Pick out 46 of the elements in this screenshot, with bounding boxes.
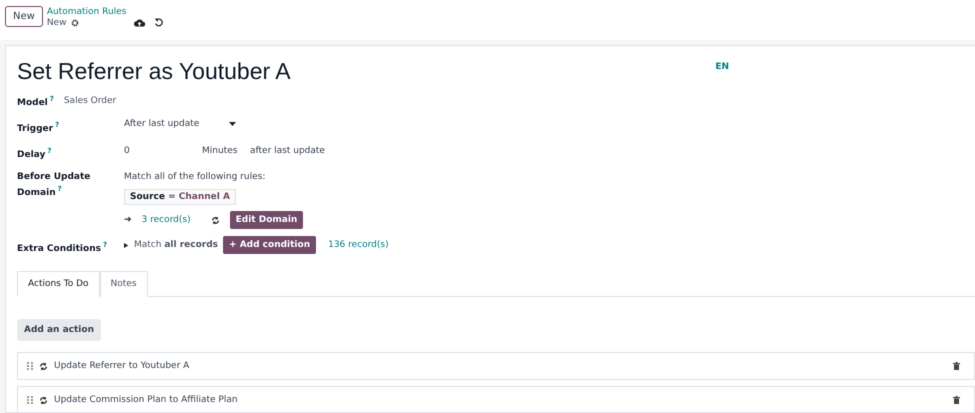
trash-icon[interactable] bbox=[953, 396, 960, 404]
refresh-icon bbox=[39, 396, 48, 404]
expand-caret-icon[interactable] bbox=[124, 242, 129, 248]
action-name: Update Commission Plan to Affiliate Plan bbox=[54, 394, 239, 406]
record-name: New bbox=[46, 17, 66, 29]
trigger-select[interactable]: After last update bbox=[124, 119, 236, 129]
tab[interactable]: Notes bbox=[100, 271, 148, 297]
help-mark[interactable]: ? bbox=[47, 147, 52, 155]
cloud-upload-icon[interactable] bbox=[134, 18, 146, 27]
delay-input[interactable]: 0 bbox=[124, 145, 202, 157]
language-button[interactable]: EN bbox=[715, 62, 729, 85]
action-name: Update Referrer to Youtuber A bbox=[54, 360, 190, 372]
tab[interactable]: Actions To Do bbox=[17, 271, 100, 297]
refresh-icon bbox=[39, 362, 48, 370]
new-button[interactable]: New bbox=[5, 6, 43, 27]
field-label: Delay $^{?}$ bbox=[17, 146, 52, 161]
help-mark[interactable]: ? bbox=[55, 121, 60, 129]
help-mark[interactable]: ? bbox=[58, 185, 62, 193]
match-text: Match all records bbox=[134, 239, 218, 251]
caret-icon bbox=[229, 122, 236, 126]
arrow-glyph: ➔ bbox=[124, 214, 132, 226]
undo-icon[interactable] bbox=[154, 18, 164, 27]
action-row[interactable]: Update Referrer to Youtuber A bbox=[17, 352, 975, 380]
record-count-link[interactable]: 3 record(s) bbox=[142, 215, 191, 225]
reload-icon[interactable] bbox=[210, 216, 220, 224]
drag-handle-icon[interactable] bbox=[27, 362, 33, 370]
delay-suffix: after last update bbox=[250, 145, 325, 157]
add-condition-button[interactable]: + Add condition bbox=[223, 236, 316, 254]
edit-domain-button[interactable]: Edit Domain bbox=[230, 211, 304, 229]
settings-icon[interactable] bbox=[71, 19, 80, 27]
action-row[interactable]: Update Commission Plan to Affiliate Plan bbox=[17, 386, 975, 413]
field-label: Extra Conditions $^{?}$ bbox=[17, 240, 108, 255]
model-value: Sales Order bbox=[64, 95, 116, 107]
field-label: Trigger $^{?}$ bbox=[17, 120, 60, 135]
domain-intro: Match all of the following rules: bbox=[124, 171, 266, 183]
record-title: Set Referrer as Youtuber A bbox=[17, 58, 291, 85]
add-action-button[interactable]: Add an action bbox=[17, 319, 101, 341]
help-mark[interactable]: ? bbox=[102, 241, 108, 249]
help-mark[interactable]: ? bbox=[50, 95, 54, 103]
breadcrumb-link[interactable]: Automation Rules bbox=[46, 7, 126, 17]
field-label: Model $^{?}$ bbox=[17, 94, 54, 109]
unit-select[interactable]: Minutes bbox=[202, 145, 250, 157]
drag-handle-icon[interactable] bbox=[27, 396, 33, 404]
record-count-link[interactable]: 136 record(s) bbox=[328, 240, 389, 250]
trash-icon[interactable] bbox=[953, 362, 960, 370]
field-label: Before Update Domain $^{?}$ bbox=[17, 171, 92, 199]
